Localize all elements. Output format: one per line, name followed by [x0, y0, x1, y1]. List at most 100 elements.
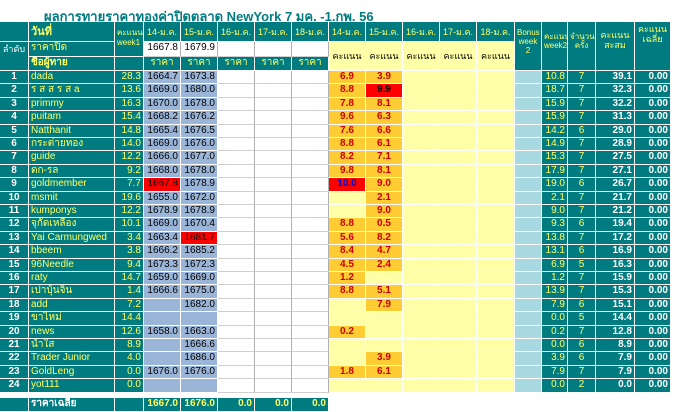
score-week2: 13.8 — [542, 232, 568, 245]
score-day: 7.9 — [366, 299, 403, 312]
score-day — [477, 379, 515, 393]
player-name: yot111 — [29, 379, 115, 393]
score-day: 9.6 — [329, 111, 366, 125]
price-guess — [218, 312, 255, 326]
bonus-cell — [515, 138, 542, 151]
price-guess — [292, 272, 329, 285]
avg-score: 0.00 — [635, 205, 671, 218]
score-week2: 7.9 — [542, 366, 568, 379]
total-score: 16.9 — [596, 245, 635, 259]
score-week1: 16.3 — [115, 98, 144, 111]
row-number: 20 — [0, 326, 29, 339]
price-guess: 1685.2 — [181, 245, 218, 259]
player-name: msmit — [29, 192, 115, 205]
price-guess: 1676.5 — [181, 125, 218, 138]
score-day — [477, 366, 515, 379]
price-guess — [218, 285, 255, 299]
header-kanaen: คะแนน — [366, 42, 403, 71]
score-week2: 3.9 — [542, 352, 568, 366]
close-price — [292, 42, 329, 57]
header-date-score: 17-ม.ค. — [440, 22, 477, 42]
score-day — [477, 299, 515, 312]
avg-score: 0.00 — [635, 299, 671, 312]
price-guess — [218, 71, 255, 84]
score-day — [440, 339, 477, 352]
score-day: 7.6 — [329, 125, 366, 138]
row-number: 21 — [0, 339, 29, 352]
guess-count: 7 — [568, 366, 596, 379]
score-day — [477, 205, 515, 218]
price-guess: 1666.6 — [181, 339, 218, 352]
player-name: Trader Junior — [29, 352, 115, 366]
score-week2: 17.9 — [542, 165, 568, 178]
price-guess — [218, 272, 255, 285]
score-day — [403, 178, 440, 192]
player-name: raty — [29, 272, 115, 285]
avg-score: 0.00 — [635, 379, 671, 393]
player-name: Yai Carmungwed — [29, 232, 115, 245]
price-guess — [181, 312, 218, 326]
guess-count: 7 — [568, 165, 596, 178]
score-day: 2.1 — [366, 192, 403, 205]
guess-count: 7 — [568, 84, 596, 98]
price-guess — [292, 71, 329, 84]
total-score: 12.8 — [596, 326, 635, 339]
bonus-cell — [515, 84, 542, 98]
total-score: 31.3 — [596, 111, 635, 125]
header-week1: คะแนน week1 — [115, 22, 144, 57]
footer-blank — [115, 398, 144, 412]
player-name: dada — [29, 71, 115, 84]
score-day: 8.2 — [366, 232, 403, 245]
score-day — [440, 205, 477, 218]
score-day — [403, 339, 440, 352]
row-number: 13 — [0, 232, 29, 245]
bonus-cell — [515, 205, 542, 218]
row-number: 23 — [0, 366, 29, 379]
score-day — [477, 259, 515, 272]
score-day: 2.4 — [366, 259, 403, 272]
score-day — [403, 285, 440, 299]
header-date-price: 17-ม.ค. — [255, 22, 292, 42]
price-guess: 1672.0 — [181, 192, 218, 205]
score-day — [403, 84, 440, 98]
price-guess: 1666.2 — [144, 245, 181, 259]
guess-count: 7 — [568, 151, 596, 165]
price-guess — [292, 125, 329, 138]
avg-score: 0.00 — [635, 366, 671, 379]
total-score: 21.7 — [596, 192, 635, 205]
score-day — [403, 259, 440, 272]
score-day — [477, 352, 515, 366]
score-week1: 28.3 — [115, 71, 144, 84]
price-guess: 1677.0 — [181, 151, 218, 165]
avg-score: 0.00 — [635, 138, 671, 151]
header-total: คะแนน สะสม — [596, 22, 635, 71]
guess-count: 7 — [568, 111, 596, 125]
avg-score: 0.00 — [635, 285, 671, 299]
price-guess: 1669.0 — [144, 218, 181, 232]
score-week1: 0.0 — [115, 379, 144, 393]
score-week2: 15.9 — [542, 98, 568, 111]
price-guess: 1680.0 — [181, 84, 218, 98]
score-day: 4.7 — [366, 245, 403, 259]
total-score: 27.5 — [596, 151, 635, 165]
close-price — [255, 42, 292, 57]
bonus-cell — [515, 379, 542, 393]
guess-count: 2 — [568, 379, 596, 393]
score-week1: 9.4 — [115, 259, 144, 272]
header-bonus: Bonus week 2 — [515, 22, 542, 71]
header-kanaen: คะแนน — [403, 42, 440, 71]
price-guess — [255, 205, 292, 218]
score-day — [366, 326, 403, 339]
score-day: 8.4 — [329, 245, 366, 259]
score-week2: 13.9 — [542, 285, 568, 299]
score-week2: 10.8 — [542, 71, 568, 84]
avg-score: 0.00 — [635, 326, 671, 339]
score-day — [477, 285, 515, 299]
price-guess — [255, 379, 292, 393]
score-day: 6.9 — [329, 71, 366, 84]
header-w1-blank — [115, 57, 144, 71]
price-guess: 1676.0 — [144, 366, 181, 379]
score-day — [440, 312, 477, 326]
bonus-cell — [515, 272, 542, 285]
score-week1: 1.4 — [115, 285, 144, 299]
